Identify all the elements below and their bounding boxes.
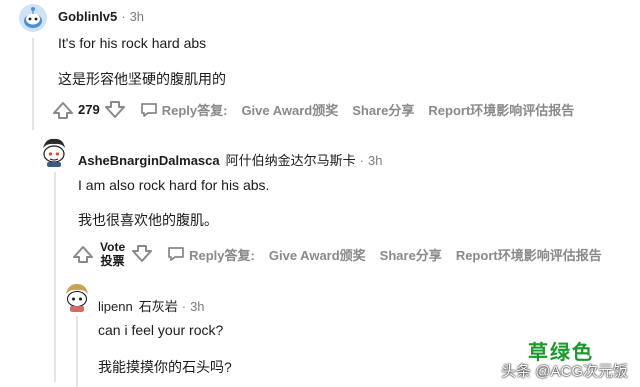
comment-2-meta: AsheBnarginDalmasca 阿什伯纳金达尔马斯卡 · 3h xyxy=(78,150,382,169)
reply-icon xyxy=(140,102,157,117)
reply-button[interactable]: Reply答复: xyxy=(140,100,228,119)
share-label: Share分享 xyxy=(352,103,415,118)
avatar-lipenn[interactable] xyxy=(62,281,92,313)
downvote-icon[interactable] xyxy=(131,245,153,263)
comment-2-time[interactable]: 3h xyxy=(368,153,382,168)
share-button[interactable]: Share分享 xyxy=(380,245,442,264)
comment-1-time[interactable]: 3h xyxy=(130,9,144,24)
vote-label-cn: 投票 xyxy=(100,254,125,268)
comment-1-meta: Goblinlv5 · 3h xyxy=(58,9,144,24)
snoo-avatar-icon xyxy=(19,4,47,32)
comment-1-username[interactable]: Goblinlv5 xyxy=(58,9,117,24)
separator-dot: · xyxy=(181,299,187,314)
reply-label: Reply答复: xyxy=(161,103,228,118)
upvote-icon[interactable] xyxy=(52,101,74,119)
thread-line-1[interactable] xyxy=(32,38,34,130)
snoo-avatar-icon xyxy=(43,138,65,167)
vote-label-en: Vote xyxy=(100,240,126,254)
comment-3-username[interactable]: lipenn xyxy=(98,299,133,314)
reply-icon xyxy=(168,247,185,261)
separator-dot: · xyxy=(359,153,364,168)
give-award-label: Give Award颁奖 xyxy=(241,103,339,118)
comment-1-action-bar: 279 Reply答复: Give Award颁奖 Share分享 Report… xyxy=(52,100,574,119)
separator-dot: · xyxy=(121,9,126,24)
avatar-ashebnargindalmasca[interactable] xyxy=(38,136,70,168)
comment-1-text-cn: 这是形容他坚硬的腹肌用的 xyxy=(58,71,226,87)
comment-1-text-en: It's for his rock hard abs xyxy=(58,35,207,51)
give-award-label: Give Award颁奖 xyxy=(268,247,366,263)
thread-line-3[interactable] xyxy=(76,316,78,387)
reply-label: Reply答复: xyxy=(189,247,255,263)
avatar-goblinlv5[interactable] xyxy=(18,3,48,33)
report-button[interactable]: Report环境影响评估报告 xyxy=(428,100,574,119)
comment-3-text-cn: 我能摸摸你的石头吗? xyxy=(98,359,232,375)
comment-3-text-en: can i feel your rock? xyxy=(98,322,224,338)
snoo-avatar-icon xyxy=(66,284,88,312)
comment-3-meta: lipenn 石灰岩 · 3h xyxy=(98,296,205,315)
thread-line-2[interactable] xyxy=(54,172,56,382)
comment-2-text-cn: 我也很喜欢他的腹肌。 xyxy=(78,212,218,228)
comment-2-cn-name: 阿什伯纳金达尔马斯卡 xyxy=(225,153,356,168)
give-award-button[interactable]: Give Award颁奖 xyxy=(241,100,338,119)
comment-2-username[interactable]: AsheBnarginDalmasca xyxy=(78,153,220,168)
report-button[interactable]: Report环境影响评估报告 xyxy=(456,245,602,264)
share-button[interactable]: Share分享 xyxy=(352,100,414,119)
vote-label: Vote 投票 xyxy=(100,240,125,268)
report-label: Report环境影响评估报告 xyxy=(428,103,575,118)
comment-1-score: 279 xyxy=(78,102,100,117)
share-label: Share分享 xyxy=(379,247,442,263)
downvote-icon[interactable] xyxy=(104,100,126,119)
comment-2-text-en: I am also rock hard for his abs. xyxy=(78,177,270,193)
upvote-icon[interactable] xyxy=(72,245,94,263)
report-label: Report环境影响评估报告 xyxy=(455,247,602,263)
comment-3-cn-name: 石灰岩 xyxy=(138,299,178,314)
give-award-button[interactable]: Give Award颁奖 xyxy=(269,245,366,264)
comment-3-time[interactable]: 3h xyxy=(190,299,204,314)
vote-group: 279 xyxy=(52,100,126,119)
reply-button[interactable]: Reply答复: xyxy=(167,245,255,264)
watermark-text: 头条 @ACG次元饭 xyxy=(501,363,628,380)
vote-group: Vote 投票 xyxy=(72,240,153,268)
comment-2-action-bar: Vote 投票 Reply答复: Give Award颁奖 Share分享 Re… xyxy=(72,240,602,268)
